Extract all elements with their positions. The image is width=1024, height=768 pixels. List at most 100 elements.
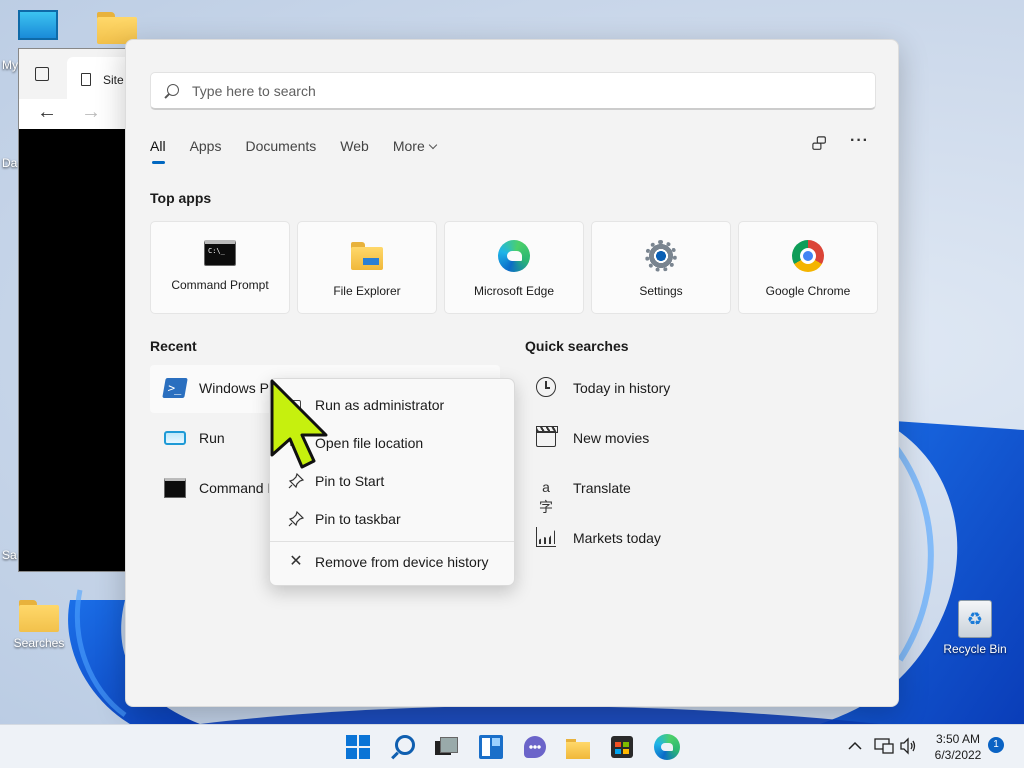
menu-item-label: Remove from device history <box>315 554 489 570</box>
document-icon <box>81 73 91 86</box>
desktop-icon-label-fragment: Sa <box>2 548 17 562</box>
search-box[interactable] <box>150 72 876 110</box>
search-panel: All Apps Documents Web More ··· Top apps… <box>125 39 899 707</box>
edge-icon <box>498 240 530 272</box>
more-options-icon[interactable]: ··· <box>850 132 869 150</box>
menu-item-label: Pin to Start <box>315 473 385 489</box>
store-icon[interactable] <box>611 736 633 758</box>
search-tabs: All Apps Documents Web More <box>150 136 460 166</box>
chevron-up-icon[interactable] <box>848 741 862 751</box>
recent-heading: Recent <box>150 338 197 354</box>
menu-item-label: Run as administrator <box>315 397 445 413</box>
quick-search-label: Today in history <box>573 380 671 396</box>
app-tile-label: Microsoft Edge <box>473 284 555 298</box>
task-view-icon[interactable] <box>431 733 459 761</box>
menu-item-open-file-location[interactable]: ▭ Open file location <box>274 426 512 460</box>
volume-icon[interactable] <box>899 737 917 755</box>
shield-icon <box>288 400 301 411</box>
menu-item-pin-to-start[interactable]: Pin to Start <box>274 464 512 498</box>
taskbar-clock[interactable]: 3:50 AM 6/3/2022 <box>928 731 988 763</box>
app-tile-label: File Explorer <box>333 284 401 298</box>
clock-time: 3:50 AM <box>935 732 981 746</box>
tab-more-label: More <box>392 138 425 154</box>
menu-item-run-as-administrator[interactable]: Run as administrator <box>274 388 512 422</box>
recent-item-label: Windows Po <box>199 380 277 396</box>
chat-icon[interactable] <box>524 736 546 758</box>
desktop-icon-searches[interactable]: Searches <box>2 600 76 650</box>
menu-item-pin-to-taskbar[interactable]: Pin to taskbar <box>274 502 512 536</box>
chart-icon <box>536 527 556 547</box>
tab-more[interactable]: More <box>392 136 437 166</box>
folder-open-icon: ▭ <box>288 434 304 451</box>
desktop-icon-label: Recycle Bin <box>943 642 1007 656</box>
pin-icon <box>288 472 305 489</box>
close-icon: ✕ <box>289 553 303 570</box>
top-apps-grid: C:\_ Command Prompt File Explorer Micros… <box>150 221 878 314</box>
context-menu: Run as administrator ▭ Open file locatio… <box>269 378 515 586</box>
menu-divider <box>270 541 514 542</box>
chrome-icon <box>792 240 824 272</box>
app-tile-label: Google Chrome <box>765 284 851 298</box>
menu-item-remove-from-device-history[interactable]: ✕ Remove from device history <box>274 545 512 579</box>
quick-search-new-movies[interactable]: New movies <box>526 415 856 463</box>
chevron-down-icon <box>428 140 437 150</box>
desktop-icon-label-fragment: Da <box>2 156 18 170</box>
search-input[interactable] <box>192 82 852 99</box>
top-apps-heading: Top apps <box>150 190 212 206</box>
tab-documents[interactable]: Documents <box>245 136 316 166</box>
app-tile-microsoft-edge[interactable]: Microsoft Edge <box>444 221 584 314</box>
back-arrow-icon[interactable]: ← <box>37 101 57 124</box>
windows-logo-icon <box>346 735 357 746</box>
quick-search-markets-today[interactable]: Markets today <box>526 515 856 563</box>
clapperboard-icon <box>535 426 558 447</box>
menu-item-label: Pin to taskbar <box>315 511 401 527</box>
desktop-icon-label: Searches <box>13 636 65 650</box>
app-tile-label: Command Prompt <box>171 278 269 292</box>
run-icon <box>164 431 186 445</box>
edge-icon[interactable] <box>654 734 680 760</box>
account-switch-icon[interactable] <box>812 136 828 152</box>
quick-search-label: Translate <box>573 480 631 496</box>
tab-apps[interactable]: Apps <box>190 136 222 166</box>
desktop-icon-this-pc[interactable] <box>0 10 74 44</box>
translate-icon: a字 <box>539 479 553 515</box>
recent-item-label: Command P <box>199 480 277 496</box>
browser-tab-title: Site <box>103 73 124 87</box>
quick-search-label: New movies <box>573 430 650 446</box>
quick-search-label: Markets today <box>573 530 661 546</box>
menu-item-label: Open file location <box>315 435 424 451</box>
tab-all[interactable]: All <box>150 136 166 166</box>
app-tile-command-prompt[interactable]: C:\_ Command Prompt <box>150 221 290 314</box>
app-tile-settings[interactable]: Settings <box>591 221 731 314</box>
taskbar: 3:50 AM 6/3/2022 1 <box>0 724 1024 768</box>
command-prompt-icon: C:\_ <box>204 240 236 266</box>
search-icon <box>167 84 179 96</box>
recycle-bin-icon: ♻ <box>958 600 992 638</box>
monitor-icon <box>18 10 58 40</box>
desktop-icon-recycle-bin[interactable]: ♻ Recycle Bin <box>938 600 1012 656</box>
clock-icon <box>536 377 556 397</box>
tab-actions-icon[interactable] <box>35 67 49 81</box>
start-button[interactable] <box>344 733 372 761</box>
desktop-icon-label-fragment: My <box>2 58 18 72</box>
widgets-icon[interactable] <box>479 735 503 759</box>
taskbar-search-icon[interactable] <box>395 735 415 755</box>
forward-arrow-icon[interactable]: → <box>81 101 101 124</box>
app-tile-google-chrome[interactable]: Google Chrome <box>738 221 878 314</box>
quick-search-today-in-history[interactable]: Today in history <box>526 365 856 413</box>
file-explorer-icon[interactable] <box>564 733 592 761</box>
app-tile-file-explorer[interactable]: File Explorer <box>297 221 437 314</box>
notification-badge[interactable]: 1 <box>988 737 1004 753</box>
network-icon[interactable] <box>874 737 894 755</box>
quick-search-translate[interactable]: a字 Translate <box>526 465 856 515</box>
powershell-icon: >_ <box>162 378 188 398</box>
tab-web[interactable]: Web <box>340 136 369 166</box>
clock-date: 6/3/2022 <box>934 748 982 762</box>
command-prompt-icon <box>164 478 186 498</box>
folder-icon <box>19 600 59 632</box>
settings-gear-icon <box>645 240 677 272</box>
file-explorer-icon <box>351 240 383 272</box>
recent-item-label: Run <box>199 430 225 446</box>
app-tile-label: Settings <box>639 284 683 298</box>
quick-searches-heading: Quick searches <box>525 338 629 354</box>
